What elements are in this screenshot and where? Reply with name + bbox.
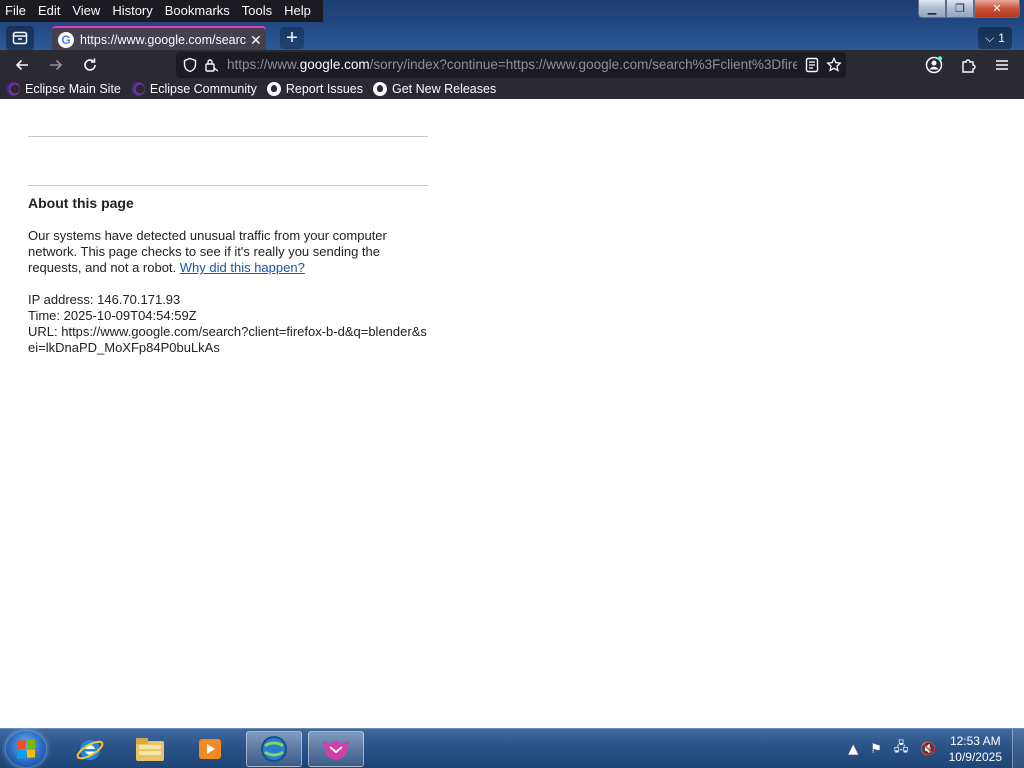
firefox-view-button[interactable] bbox=[6, 26, 34, 50]
clock-time: 12:53 AM bbox=[949, 734, 1001, 748]
extensions-button[interactable] bbox=[956, 53, 980, 77]
ip-address: IP address: 146.70.171.93 bbox=[28, 292, 181, 307]
url-bar[interactable]: https://www.google.com/sorry/index?conti… bbox=[176, 52, 846, 78]
hamburger-menu-icon bbox=[996, 60, 1008, 70]
new-tab-button[interactable]: + bbox=[280, 27, 304, 49]
reload-icon bbox=[84, 58, 96, 71]
start-button[interactable] bbox=[6, 731, 46, 767]
puzzle-piece-icon bbox=[962, 59, 976, 73]
minimize-button[interactable]: ▁ bbox=[918, 0, 946, 18]
menu-edit[interactable]: Edit bbox=[32, 1, 66, 21]
bookmark-label: Report Issues bbox=[285, 82, 363, 96]
restore-button[interactable]: ❐ bbox=[946, 0, 974, 18]
internet-explorer-icon bbox=[76, 740, 104, 760]
bookmarks-toolbar: Eclipse Main Site Eclipse Community Repo… bbox=[0, 79, 1024, 99]
google-favicon-icon: G bbox=[58, 32, 74, 48]
menu-file[interactable]: File bbox=[0, 1, 32, 21]
taskbar-media-player[interactable] bbox=[182, 731, 238, 767]
reader-view-icon[interactable] bbox=[804, 57, 820, 73]
taskbar-file-explorer[interactable] bbox=[122, 731, 178, 767]
clock-date: 10/9/2025 bbox=[948, 750, 1002, 764]
taskbar-browser-globe[interactable] bbox=[246, 731, 302, 767]
navigation-toolbar: https://www.google.com/sorry/index?conti… bbox=[0, 50, 1024, 79]
tab-google-search[interactable]: G https://www.google.com/search?client=f… bbox=[52, 26, 266, 52]
url-host: google.com bbox=[299, 57, 370, 72]
tab-strip: G https://www.google.com/search?client=f… bbox=[0, 24, 1024, 52]
bookmark-get-new-releases[interactable]: Get New Releases bbox=[372, 82, 497, 96]
lock-icon[interactable] bbox=[203, 57, 219, 73]
menu-bar: File Edit View History Bookmarks Tools H… bbox=[0, 0, 323, 22]
github-icon bbox=[372, 82, 387, 96]
tab-close-icon[interactable]: ✕ bbox=[250, 32, 262, 49]
browser-globe-icon bbox=[261, 736, 287, 762]
eclipse-icon bbox=[6, 82, 20, 96]
show-hidden-icons-icon[interactable]: ▲ bbox=[848, 742, 858, 757]
file-explorer-icon bbox=[136, 738, 164, 761]
forward-arrow-icon bbox=[50, 59, 63, 71]
bookmark-eclipse-community[interactable]: Eclipse Community bbox=[130, 82, 257, 96]
bookmark-report-issues[interactable]: Report Issues bbox=[266, 82, 363, 96]
why-did-this-happen-link[interactable]: Why did this happen? bbox=[180, 260, 305, 275]
close-icon: ✕ bbox=[992, 2, 1002, 15]
bookmark-label: Eclipse Main Site bbox=[25, 82, 121, 96]
taskbar-internet-explorer[interactable] bbox=[62, 731, 118, 767]
menu-history[interactable]: History bbox=[106, 1, 158, 21]
divider bbox=[28, 136, 428, 137]
menu-tools[interactable]: Tools bbox=[236, 1, 278, 21]
unusual-traffic-message: Our systems have detected unusual traffi… bbox=[28, 228, 428, 276]
taskbar-firefox-developer[interactable] bbox=[308, 731, 364, 767]
tab-count: 1 bbox=[998, 31, 1005, 45]
action-center-flag-icon[interactable]: ⚑ bbox=[870, 742, 882, 757]
taskbar: ▲ ⚑ 🖧 🔇 12:53 AM 10/9/2025 bbox=[0, 728, 1024, 768]
request-time: Time: 2025-10-09T04:54:59Z bbox=[28, 308, 197, 323]
close-button[interactable]: ✕ bbox=[974, 0, 1020, 18]
chevron-down-icon: ⌵ bbox=[985, 30, 995, 45]
volume-muted-icon[interactable]: 🔇 bbox=[920, 742, 936, 757]
bookmark-label: Eclipse Community bbox=[149, 82, 257, 96]
forward-button[interactable] bbox=[44, 53, 68, 77]
firefox-view-icon bbox=[12, 31, 28, 45]
about-title: About this page bbox=[28, 195, 134, 211]
minimize-icon: ▁ bbox=[927, 2, 937, 15]
windows-logo-icon bbox=[17, 739, 35, 759]
back-button[interactable] bbox=[10, 53, 34, 77]
url-scheme: https://www. bbox=[227, 57, 300, 72]
account-icon bbox=[925, 56, 943, 74]
account-button[interactable] bbox=[922, 53, 946, 77]
url-text[interactable]: https://www.google.com/sorry/index?conti… bbox=[227, 52, 797, 78]
firefox-dev-icon bbox=[323, 740, 349, 761]
window-controls: ▁ ❐ ✕ bbox=[918, 0, 1020, 18]
eclipse-icon bbox=[130, 82, 145, 96]
page-content: About this page Our systems have detecte… bbox=[0, 99, 1024, 728]
tracking-protection-shield-icon[interactable] bbox=[182, 57, 198, 73]
reload-button[interactable] bbox=[78, 53, 102, 77]
url-path: /sorry/index?continue=https://www.google… bbox=[369, 57, 797, 72]
back-arrow-icon bbox=[15, 59, 28, 71]
bookmark-label: Get New Releases bbox=[391, 82, 497, 96]
request-url: URL: https://www.google.com/search?clien… bbox=[28, 324, 427, 355]
tab-title: https://www.google.com/search?client=fir… bbox=[80, 33, 246, 47]
network-icon[interactable]: 🖧 bbox=[894, 738, 909, 760]
media-player-icon bbox=[199, 739, 221, 759]
menu-help[interactable]: Help bbox=[278, 1, 317, 21]
show-desktop-button[interactable] bbox=[1012, 729, 1024, 768]
restore-icon: ❐ bbox=[955, 2, 965, 15]
system-tray: ▲ ⚑ 🖧 🔇 12:53 AM 10/9/2025 bbox=[848, 729, 1024, 768]
bookmark-eclipse-main-site[interactable]: Eclipse Main Site bbox=[6, 82, 121, 96]
divider bbox=[28, 185, 428, 186]
app-menu-button[interactable] bbox=[990, 53, 1014, 77]
github-icon bbox=[266, 82, 281, 96]
menu-bookmarks[interactable]: Bookmarks bbox=[159, 1, 236, 21]
window-frame: File Edit View History Bookmarks Tools H… bbox=[0, 0, 1024, 52]
list-all-tabs-button[interactable]: ⌵ 1 bbox=[978, 27, 1012, 49]
clock[interactable]: 12:53 AM 10/9/2025 bbox=[949, 733, 1002, 765]
menu-view[interactable]: View bbox=[66, 1, 106, 21]
bookmark-star-icon[interactable] bbox=[826, 57, 842, 73]
